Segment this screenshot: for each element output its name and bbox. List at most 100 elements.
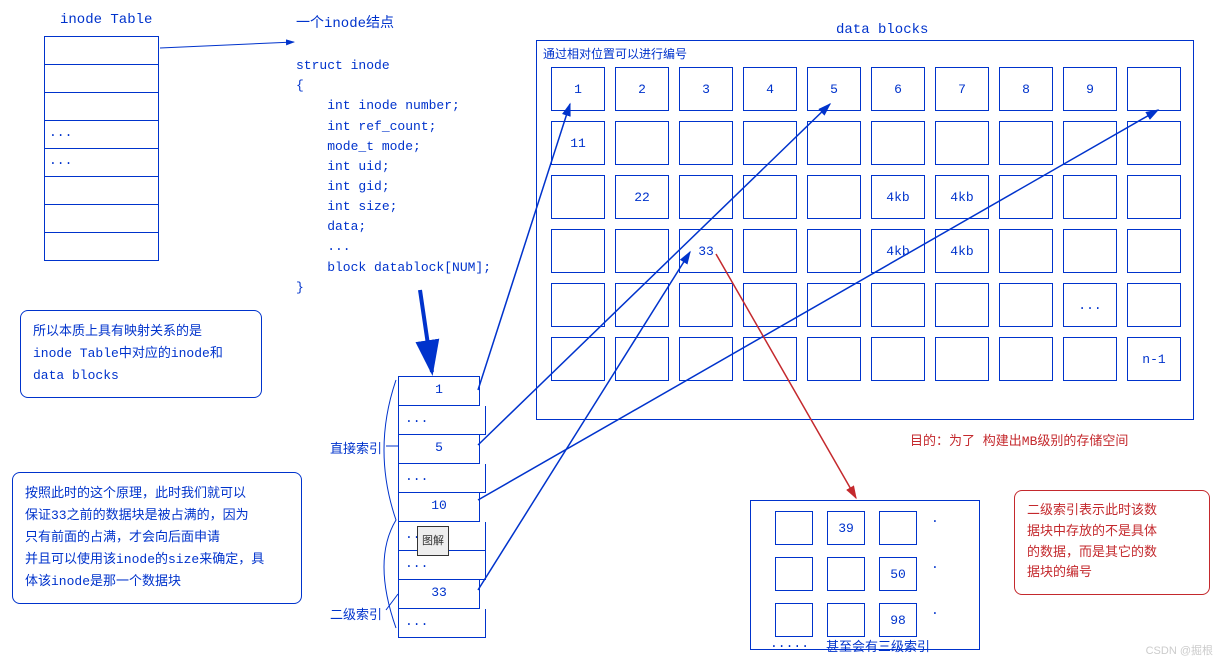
block-cell: 11	[551, 121, 605, 165]
note-line: 体该inode是那一个数据块	[25, 571, 289, 593]
block-cell	[1127, 229, 1181, 273]
block-cell: 6	[871, 67, 925, 111]
index-row: 5	[398, 435, 480, 464]
block-cell: 4kb	[871, 175, 925, 219]
note-line: 并且可以使用该inode的size来确定，具	[25, 549, 289, 571]
index-row: ...	[398, 464, 486, 493]
block-cell	[807, 337, 861, 381]
note-line: 二级索引表示此时该数	[1027, 501, 1197, 522]
block-cell	[1127, 67, 1181, 111]
note-line: 据块中存放的不是具体	[1027, 522, 1197, 543]
block-cell	[615, 283, 669, 327]
sub-dots: .	[931, 557, 941, 591]
data-blocks-grid-outer: 通过相对位置可以进行编号 1 2 3 4 5 6 7 8 9 11 22 4kb…	[536, 40, 1194, 420]
block-cell	[871, 121, 925, 165]
index-row: ...	[398, 609, 486, 638]
sub-cell	[775, 557, 813, 591]
block-cell	[807, 283, 861, 327]
block-cell: 1	[551, 67, 605, 111]
sub-cell: 50	[879, 557, 917, 591]
block-cell	[743, 175, 797, 219]
note-line: 保证33之前的数据块是被占满的，因为	[25, 505, 289, 527]
inode-table: ... ...	[44, 36, 159, 261]
sub-cell	[879, 511, 917, 545]
sub-cell	[827, 603, 865, 637]
inode-row	[44, 93, 159, 121]
note-line: 所以本质上具有映射关系的是	[33, 321, 249, 343]
block-cell	[551, 175, 605, 219]
watermark: CSDN @掘根	[1146, 642, 1213, 658]
block-cell	[743, 121, 797, 165]
label-second-index: 二级索引	[330, 604, 382, 623]
data-blocks-grid: 1 2 3 4 5 6 7 8 9 11 22 4kb 4kb 33 4	[551, 67, 1185, 381]
secondary-index-grid: 39 . 50 . 98 .	[750, 500, 980, 650]
diagram-tag: 图解	[417, 526, 449, 556]
block-cell	[999, 121, 1053, 165]
block-cell	[615, 229, 669, 273]
note-line: inode Table中对应的inode和	[33, 343, 249, 365]
block-cell	[935, 121, 989, 165]
block-cell	[1063, 175, 1117, 219]
block-cell	[935, 337, 989, 381]
block-cell	[679, 337, 733, 381]
datablock-index-table: 1 ... 5 ... 10 ... 图解 ... 33 ...	[398, 376, 486, 638]
sub-cell	[775, 511, 813, 545]
label-direct-index: 直接索引	[330, 438, 382, 457]
block-cell: 4kb	[871, 229, 925, 273]
block-cell	[807, 121, 861, 165]
block-cell	[615, 337, 669, 381]
struct-code: struct inode { int inode number; int ref…	[296, 36, 491, 298]
sub-cell: 98	[879, 603, 917, 637]
block-cell	[1127, 175, 1181, 219]
sub-grid-bottom-dots: .....	[770, 636, 809, 651]
note-line: 按照此时的这个原理，此时我们就可以	[25, 483, 289, 505]
sub-dots: .	[931, 511, 941, 545]
block-cell	[999, 229, 1053, 273]
block-cell: n-1	[1127, 337, 1181, 381]
grid-header: 通过相对位置可以进行编号	[543, 45, 687, 62]
inode-row: ...	[44, 149, 159, 177]
block-cell	[1127, 283, 1181, 327]
block-cell: 4kb	[935, 229, 989, 273]
inode-row	[44, 177, 159, 205]
sub-cell: 39	[827, 511, 865, 545]
inode-row	[44, 65, 159, 93]
index-row: ... 图解	[398, 522, 486, 551]
block-cell: 22	[615, 175, 669, 219]
block-cell	[743, 229, 797, 273]
block-cell: ...	[1063, 283, 1117, 327]
block-cell: 4	[743, 67, 797, 111]
block-cell: 33	[679, 229, 733, 273]
sub-dots: .	[931, 603, 941, 637]
block-cell	[743, 283, 797, 327]
index-row: 10	[398, 493, 480, 522]
block-cell	[1063, 229, 1117, 273]
note-box-principle: 按照此时的这个原理，此时我们就可以 保证33之前的数据块是被占满的，因为 只有前…	[12, 472, 302, 604]
block-cell: 9	[1063, 67, 1117, 111]
struct-title: 一个inode结点	[296, 12, 394, 32]
block-cell	[551, 283, 605, 327]
block-cell: 4kb	[935, 175, 989, 219]
block-cell	[999, 337, 1053, 381]
inode-row: ...	[44, 121, 159, 149]
note-line: 的数据，而是其它的数	[1027, 543, 1197, 564]
block-cell	[1063, 337, 1117, 381]
inode-row	[44, 205, 159, 233]
block-cell: 3	[679, 67, 733, 111]
block-cell	[615, 121, 669, 165]
sub-cell	[827, 557, 865, 591]
block-cell: 2	[615, 67, 669, 111]
block-cell	[999, 175, 1053, 219]
block-cell	[807, 229, 861, 273]
block-cell	[871, 283, 925, 327]
red-goal-text: 目的：为了 构建出MB级别的存储空间	[910, 430, 1128, 449]
index-row: 1	[398, 376, 480, 406]
block-cell: 8	[999, 67, 1053, 111]
block-cell: 7	[935, 67, 989, 111]
block-cell	[1127, 121, 1181, 165]
block-cell: 5	[807, 67, 861, 111]
note-line: 据块的编号	[1027, 563, 1197, 584]
inode-row	[44, 36, 159, 65]
block-cell	[551, 337, 605, 381]
block-cell	[679, 175, 733, 219]
